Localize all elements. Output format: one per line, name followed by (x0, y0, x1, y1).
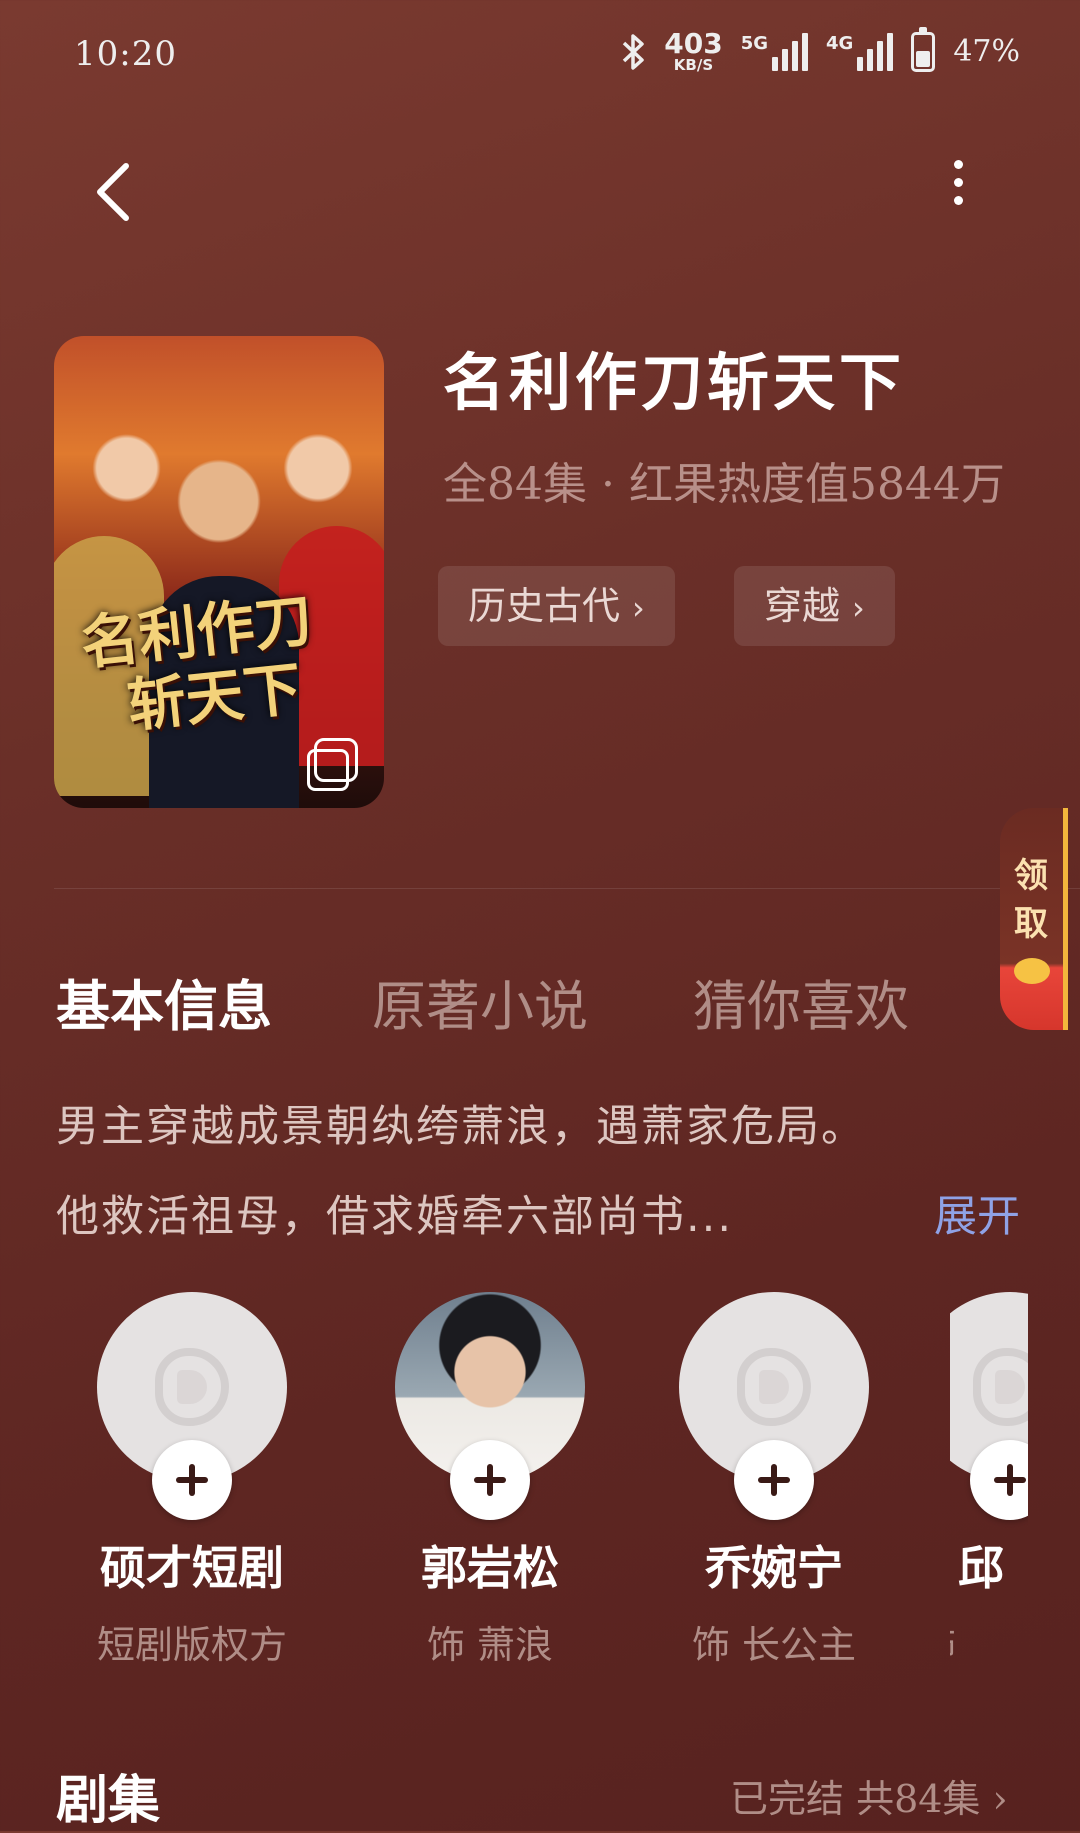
expand-link[interactable]: 展开 (934, 1182, 1020, 1244)
follow-plus-icon[interactable] (450, 1440, 530, 1520)
follow-plus-icon[interactable] (152, 1440, 232, 1520)
episodes-title: 剧集 (56, 1771, 161, 1831)
tab-original-novel[interactable]: 原著小说 (372, 962, 588, 1041)
bluetooth-icon (623, 33, 644, 70)
episodes-status-link[interactable]: 已完结 共84集 › (730, 1768, 1008, 1823)
signal-4g-label: 4G (826, 32, 854, 54)
tab-basic-info[interactable]: 基本信息 (56, 962, 272, 1041)
red-envelope-icon (1014, 958, 1050, 984)
play-logo-icon (737, 1348, 811, 1426)
tag-history[interactable]: 历史古代 › (438, 566, 675, 646)
cast-role: 饰 萧浪 (426, 1623, 554, 1667)
chevron-right-icon: › (632, 589, 645, 627)
status-time: 10:20 (74, 34, 177, 74)
drama-title: 名利作刀斩天下 (443, 346, 906, 419)
signal-4g: 4G (826, 32, 894, 71)
cast-role: 饰 长公主 (691, 1623, 857, 1667)
cast-name: 郭岩松 (421, 1541, 559, 1595)
play-logo-icon (973, 1348, 1028, 1426)
reward-widget[interactable]: 领 取 (1000, 808, 1068, 1030)
cast-name: 邱 (958, 1541, 1004, 1595)
cast-name: 硕才短剧 (100, 1541, 284, 1595)
play-logo-icon (155, 1348, 229, 1426)
follow-plus-icon[interactable] (734, 1440, 814, 1520)
network-speed: 403 KB/S (664, 30, 722, 73)
drama-meta: 全84集 · 红果热度值5844万 (443, 459, 1005, 510)
more-options-icon[interactable] (954, 160, 963, 205)
signal-5g-label: 5G (740, 32, 768, 54)
status-icons: 403 KB/S 5G 4G 47% (620, 26, 1020, 73)
signal-bars-icon (772, 32, 808, 71)
chevron-right-icon: › (852, 589, 865, 627)
reward-label-2: 取 (1014, 904, 1048, 944)
signal-5g: 5G (740, 32, 808, 71)
reward-label-1: 领 (1014, 856, 1048, 896)
speed-unit: KB/S (673, 56, 714, 74)
divider (54, 888, 1080, 889)
gallery-icon[interactable] (307, 738, 358, 791)
synopsis-line-1: 男主穿越成景朝纨绔萧浪，遇萧家危局。 (56, 1102, 866, 1152)
cast-name: 乔婉宁 (705, 1541, 843, 1595)
drama-poster[interactable]: 名利作刀 斩天下 (54, 336, 384, 808)
tag-label: 历史古代 (468, 584, 621, 628)
back-chevron-icon[interactable] (92, 162, 132, 222)
cast-item-partial[interactable]: 邱 饰 (950, 1292, 1028, 1732)
signal-bars-icon (857, 32, 894, 71)
tag-label: 穿越 (764, 584, 841, 628)
battery-icon (911, 26, 936, 72)
speed-value: 403 (664, 27, 723, 60)
synopsis-line-2: 他救活祖母，借求婚牵六部尚书... (56, 1192, 734, 1242)
cast-role: 饰 (950, 1614, 956, 1669)
tag-time-travel[interactable]: 穿越 › (734, 566, 895, 646)
cast-role: 短剧版权方 (96, 1623, 287, 1667)
battery-percent: 47% (953, 34, 1020, 69)
tab-recommendations[interactable]: 猜你喜欢 (693, 962, 909, 1041)
